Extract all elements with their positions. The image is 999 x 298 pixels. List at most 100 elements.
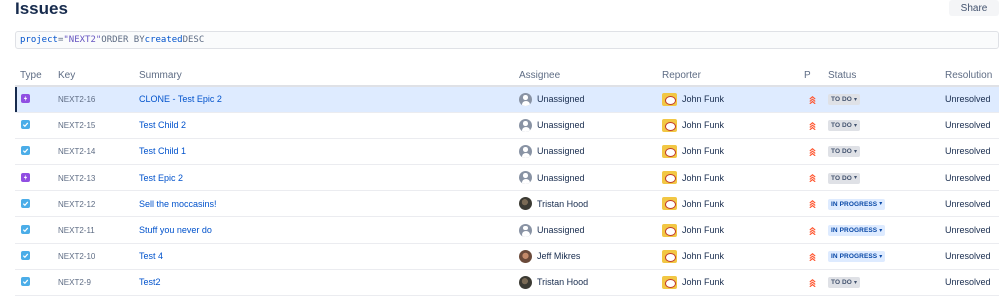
priority-highest-icon: [809, 95, 816, 104]
avatar: [519, 144, 532, 158]
issue-summary-link[interactable]: Sell the moccasins!: [139, 199, 217, 209]
jql-value: "NEXT2": [63, 35, 102, 45]
status-dropdown[interactable]: IN PROGRESS ▾: [828, 251, 886, 263]
assignee[interactable]: Unassigned: [519, 171, 662, 185]
assignee[interactable]: Unassigned: [519, 144, 662, 158]
column-header-summary[interactable]: Summary: [139, 66, 519, 87]
reporter[interactable]: John Funk: [662, 275, 804, 289]
issue-summary-link[interactable]: CLONE - Test Epic 2: [139, 94, 222, 104]
issue-type-cell: [15, 138, 58, 166]
status-dropdown[interactable]: TO DO ▾: [828, 277, 861, 289]
table-row[interactable]: NEXT2-9 Test2 Tristan Hood John Funk TO DO ▾ U…: [15, 269, 999, 297]
task-icon: [21, 198, 30, 208]
table-row[interactable]: NEXT2-11 Stuff you never do Unassigned John…: [15, 216, 999, 244]
issue-key-link[interactable]: NEXT2-10: [58, 252, 95, 261]
assignee[interactable]: Jeff Mikres: [519, 249, 662, 263]
column-header-key[interactable]: Key: [58, 66, 139, 87]
issue-summary-link[interactable]: Test 4: [139, 251, 163, 261]
avatar: [519, 275, 532, 289]
issue-summary-link[interactable]: Test Child 1: [139, 146, 186, 156]
issue-key-link[interactable]: NEXT2-14: [58, 147, 95, 156]
reporter[interactable]: John Funk: [662, 171, 804, 185]
resolution-text: Unresolved: [945, 172, 991, 183]
task-icon: [21, 251, 30, 261]
avatar: [519, 92, 532, 106]
status-dropdown[interactable]: IN PROGRESS ▾: [828, 198, 886, 210]
issue-summary-link[interactable]: Test2: [139, 277, 161, 287]
table-row[interactable]: NEXT2-13 Test Epic 2 Unassigned John Funk TO…: [15, 164, 999, 192]
status-dropdown[interactable]: TO DO ▾: [828, 146, 861, 158]
column-header-status[interactable]: Status: [828, 66, 945, 87]
reporter-name: John Funk: [682, 251, 725, 262]
column-header-assignee[interactable]: Assignee: [519, 66, 662, 87]
column-header-type[interactable]: Type: [15, 66, 58, 87]
issue-key-link[interactable]: NEXT2-15: [58, 121, 95, 130]
issue-summary-link[interactable]: Stuff you never do: [139, 225, 212, 235]
reporter-name: John Funk: [682, 225, 725, 236]
assignee[interactable]: Unassigned: [519, 223, 662, 237]
status-dropdown[interactable]: TO DO ▾: [828, 172, 861, 184]
reporter[interactable]: John Funk: [662, 144, 804, 158]
assignee[interactable]: Unassigned: [519, 118, 662, 132]
status-label: TO DO: [831, 96, 852, 104]
assignee-name: Tristan Hood: [537, 277, 589, 288]
issue-type-cell: [15, 86, 58, 113]
resolution-text: Unresolved: [945, 120, 991, 131]
reporter[interactable]: John Funk: [662, 223, 804, 237]
status-dropdown[interactable]: TO DO ▾: [828, 120, 861, 132]
table-row[interactable]: NEXT2-15 Test Child 2 Unassigned John Funk T…: [15, 112, 999, 139]
priority-highest-icon: [809, 121, 816, 130]
priority-cell: [804, 138, 828, 166]
resolution-text: Unresolved: [945, 198, 991, 209]
jql-query-input[interactable]: project = "NEXT2" ORDER BY created DESC: [15, 31, 999, 49]
issue-type-cell: [15, 269, 58, 297]
issue-summary-link[interactable]: Test Epic 2: [139, 173, 183, 183]
reporter[interactable]: John Funk: [662, 92, 804, 106]
table-row[interactable]: NEXT2-12 Sell the moccasins! Tristan Hood J…: [15, 190, 999, 218]
share-button[interactable]: Share: [949, 0, 999, 16]
status-label: TO DO: [831, 148, 852, 156]
priority-cell: [804, 269, 828, 297]
issue-key-link[interactable]: NEXT2-13: [58, 174, 95, 183]
issue-key-link[interactable]: NEXT2-9: [58, 278, 91, 287]
column-header-resolution[interactable]: Resolution: [945, 66, 999, 87]
avatar: [519, 249, 532, 263]
issues-table: Type Key Summary Assignee Reporter P Sta…: [15, 66, 999, 297]
assignee[interactable]: Tristan Hood: [519, 197, 662, 211]
issue-key-link[interactable]: NEXT2-11: [58, 226, 95, 235]
issue-key-link[interactable]: NEXT2-12: [58, 200, 95, 209]
issue-type-cell: [15, 216, 58, 244]
chevron-down-icon: ▾: [853, 279, 858, 286]
issue-type-cell: [15, 243, 58, 270]
table-row[interactable]: NEXT2-14 Test Child 1 Unassigned John Funk T…: [15, 138, 999, 166]
jql-order-field: created: [144, 35, 183, 45]
avatar: [662, 118, 677, 132]
column-header-reporter[interactable]: Reporter: [662, 66, 804, 87]
reporter-name: John Funk: [682, 94, 725, 105]
status-dropdown[interactable]: IN PROGRESS ▾: [828, 225, 886, 237]
priority-highest-icon: [809, 278, 816, 287]
table-row[interactable]: NEXT2-16 CLONE - Test Epic 2 Unassigned Joh…: [15, 86, 999, 113]
resolution-text: Unresolved: [945, 277, 991, 288]
priority-highest-icon: [809, 252, 816, 261]
issue-key-link[interactable]: NEXT2-16: [58, 95, 95, 104]
resolution-text: Unresolved: [945, 146, 991, 157]
status-label: IN PROGRESS: [831, 227, 878, 235]
reporter[interactable]: John Funk: [662, 197, 804, 211]
reporter-name: John Funk: [682, 198, 725, 209]
assignee-name: Unassigned: [537, 172, 585, 183]
assignee-name: Unassigned: [537, 94, 585, 105]
table-row[interactable]: NEXT2-10 Test 4 Jeff Mikres John Funk IN PRO…: [15, 243, 999, 270]
assignee[interactable]: Tristan Hood: [519, 275, 662, 289]
reporter[interactable]: John Funk: [662, 118, 804, 132]
status-dropdown[interactable]: TO DO ▾: [828, 94, 861, 106]
column-header-priority[interactable]: P: [804, 66, 828, 87]
avatar: [662, 171, 677, 185]
chevron-down-icon: ▾: [853, 96, 858, 103]
assignee[interactable]: Unassigned: [519, 92, 662, 106]
priority-highest-icon: [809, 226, 816, 235]
avatar: [662, 197, 677, 211]
issue-summary-link[interactable]: Test Child 2: [139, 120, 186, 130]
priority-cell: [804, 86, 828, 113]
reporter[interactable]: John Funk: [662, 249, 804, 263]
